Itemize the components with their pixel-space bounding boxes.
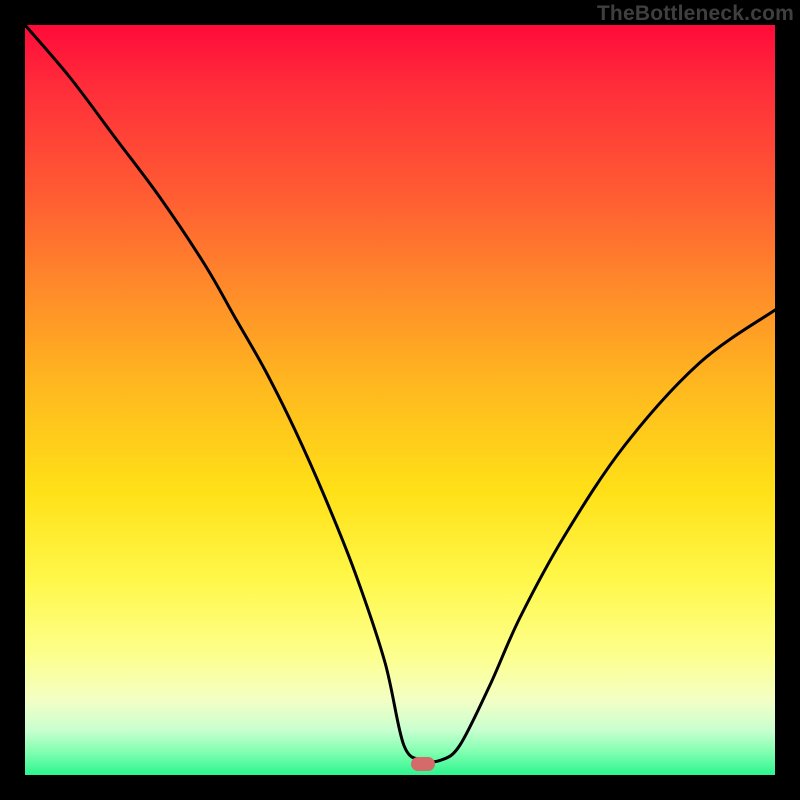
figure-canvas: TheBottleneck.com bbox=[0, 0, 800, 800]
bottleneck-curve bbox=[25, 25, 775, 762]
site-watermark: TheBottleneck.com bbox=[597, 2, 794, 26]
plot-svg bbox=[0, 0, 800, 800]
bottleneck-marker bbox=[411, 757, 435, 771]
